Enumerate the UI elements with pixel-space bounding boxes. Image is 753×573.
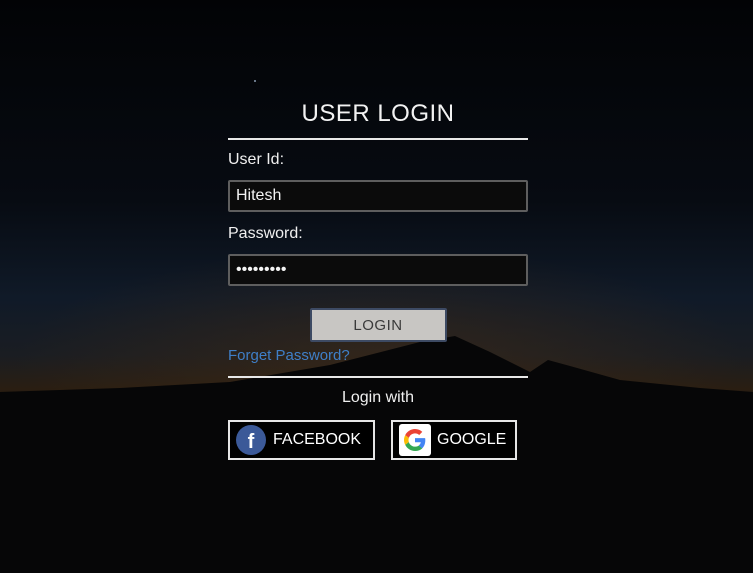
login-button[interactable]: LOGIN — [309, 308, 447, 342]
password-label: Password: — [228, 225, 303, 242]
facebook-icon: f — [236, 425, 266, 455]
google-label: GOOGLE — [437, 431, 507, 448]
login-with-heading: Login with — [341, 389, 415, 406]
page-title: USER LOGIN — [301, 100, 455, 127]
title-divider — [228, 138, 528, 140]
user-id-label: User Id: — [228, 151, 285, 168]
social-login-row: f FACEBOOK GOOGLE — [228, 420, 528, 460]
forgot-password-link[interactable]: Forget Password? — [228, 346, 528, 366]
user-id-input[interactable] — [228, 180, 528, 212]
social-divider — [228, 376, 528, 378]
google-icon — [399, 424, 431, 456]
login-button-row: LOGIN — [228, 308, 528, 342]
facebook-label: FACEBOOK — [273, 431, 362, 448]
google-login-button[interactable]: GOOGLE — [391, 420, 517, 460]
login-panel: USER LOGIN User Id: Password: LOGIN Forg… — [228, 96, 528, 460]
facebook-login-button[interactable]: f FACEBOOK — [228, 420, 375, 460]
password-input[interactable] — [228, 254, 528, 286]
